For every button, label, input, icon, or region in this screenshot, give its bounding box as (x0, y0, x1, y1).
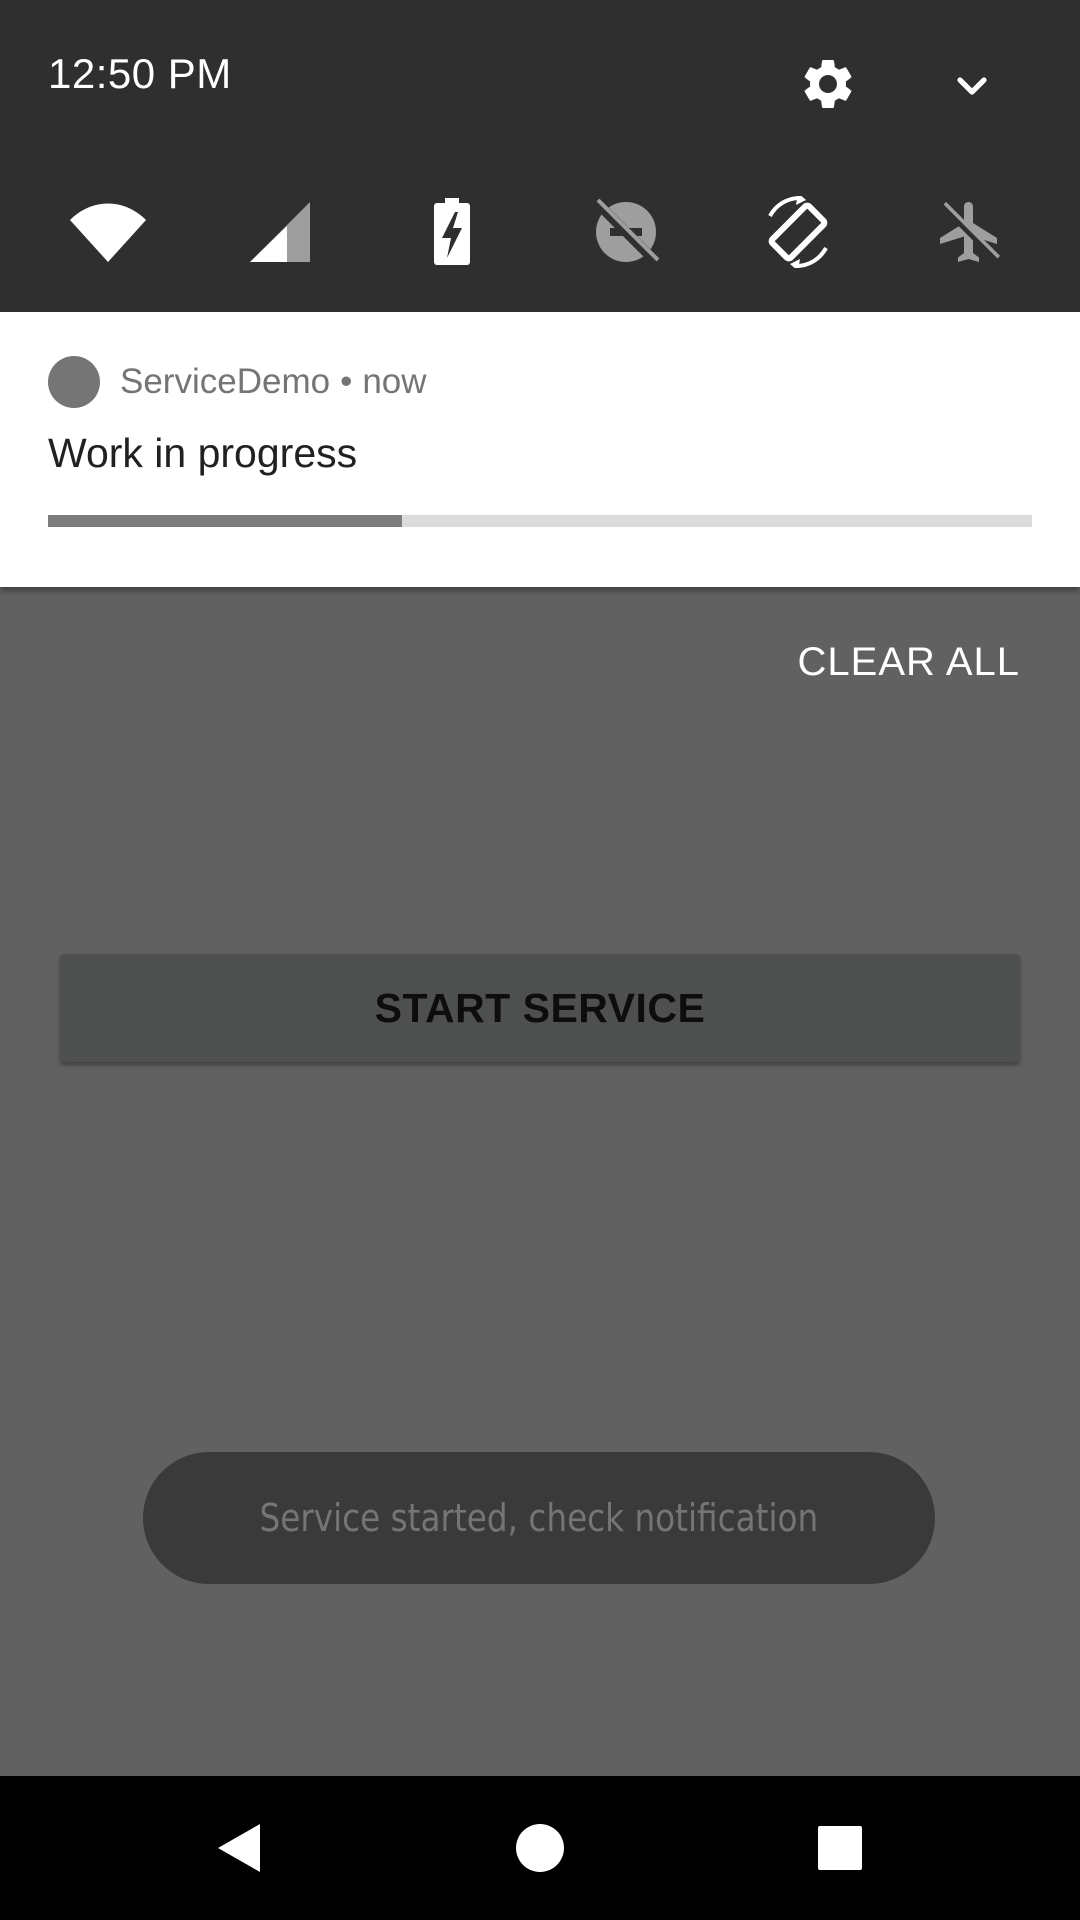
home-icon[interactable] (512, 1820, 568, 1876)
back-icon[interactable] (212, 1820, 268, 1876)
progress-bar (48, 515, 1032, 527)
toast: Service started, check notification (143, 1452, 935, 1584)
recents-icon[interactable] (812, 1820, 868, 1876)
header-separator: • (340, 362, 353, 401)
start-service-button[interactable]: START SERVICE (60, 954, 1020, 1062)
wifi-icon[interactable] (68, 196, 148, 268)
quick-settings-panel: 12:50 PM (0, 0, 1080, 312)
notification-title: Work in progress (48, 430, 358, 476)
auto-rotate-icon[interactable] (758, 196, 838, 268)
clear-all-button[interactable]: CLEAR ALL (798, 640, 1020, 685)
battery-charging-icon[interactable] (412, 196, 492, 268)
navigation-bar (0, 1776, 1080, 1920)
app-name: ServiceDemo (120, 362, 331, 401)
progress-fill (48, 515, 403, 527)
do-not-disturb-off-icon[interactable] (586, 196, 666, 268)
notification-header: ServiceDemo • now (120, 362, 427, 402)
notification-card[interactable]: ServiceDemo • now Work in progress (0, 312, 1080, 587)
gear-icon[interactable] (798, 54, 858, 114)
chevron-down-icon[interactable] (948, 62, 996, 110)
airplane-mode-icon[interactable] (930, 196, 1010, 268)
notification-time: now (362, 362, 427, 401)
cellular-signal-icon[interactable] (242, 196, 322, 268)
clock-time: 12:50 PM (48, 50, 232, 97)
app-icon (48, 356, 100, 408)
toast-message: Service started, check notification (259, 1496, 819, 1540)
